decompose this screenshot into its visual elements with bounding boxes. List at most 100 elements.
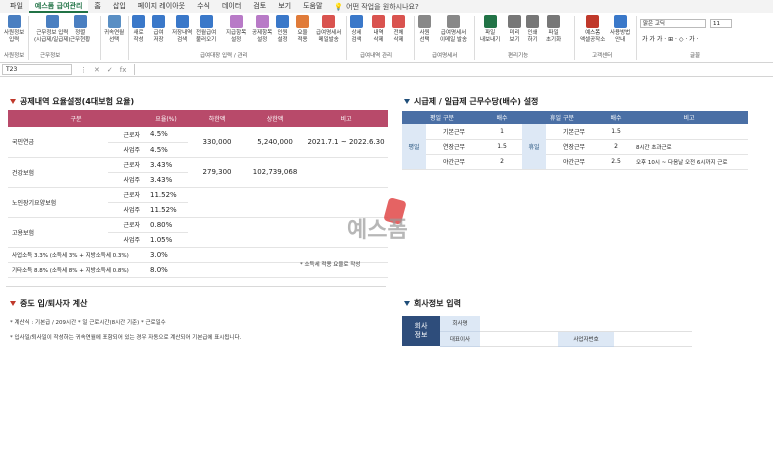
select-employee-button[interactable]: 사원 선택 [418,15,431,49]
section-deduction-title: 공제내역 요율설정(4대보험 요율) [10,96,134,107]
tab-home[interactable]: 홈 [88,0,106,13]
rate-cell[interactable]: 3.43% [144,172,189,188]
rate-cell[interactable]: 3.43% [144,157,189,173]
min-amount-cell[interactable] [188,217,247,248]
tell-me-box[interactable]: 💡 어떤 작업을 원하시나요? [328,2,418,12]
deduct-items-button[interactable]: 공제항목 설정 [252,15,272,49]
max-amount-cell[interactable]: 5,240,000 [246,127,305,158]
rate-cell[interactable]: 0.80% [144,217,189,233]
weekday-multiplier[interactable]: 1.5 [482,139,522,155]
mail-payslip-button[interactable]: 급여명세서 메일발송 [316,15,341,49]
help-guide-button[interactable]: 사용방법 안내 [610,15,630,49]
tax-rate-cell[interactable]: 3.0% [144,247,189,263]
font-format-buttons[interactable]: 가 가 가 · ⊞ · ◇ · 가 · [642,34,699,43]
formula-input[interactable] [134,64,773,75]
max-amount-cell[interactable] [246,187,305,218]
apply-rate-button[interactable]: 요율 적용 [296,15,309,49]
section-multiplier-title: 시급제 / 일급제 근무수당(배수) 설정 [404,96,538,107]
holiday-multiplier[interactable]: 1.5 [602,124,630,140]
delete-all-button[interactable]: 전체 삭제 [392,15,405,49]
search-saved-icon [175,15,189,28]
header-max: 상한액 [246,110,305,127]
triangle-icon [10,99,16,104]
reset-file-button[interactable]: 파일 초기화 [546,15,561,49]
tab-view[interactable]: 보기 [272,0,297,13]
empty-cell [246,247,305,263]
employee-info-button[interactable]: 사원정보 입력 [4,15,24,49]
detail-search-button[interactable]: 상세 검색 [350,15,363,49]
period-select-button[interactable]: 귀속연월 선택 [104,15,124,49]
rate-cell[interactable]: 1.05% [144,232,189,248]
print-icon [526,15,539,28]
max-amount-cell[interactable] [246,217,305,248]
business-number-input[interactable] [614,331,692,347]
multiplier-note[interactable] [630,124,748,140]
ceo-input[interactable] [480,331,558,347]
table-row: 고용보험 근로자 0.80% [8,217,389,248]
tab-yesform-payroll[interactable]: 예스폼 급여관리 [28,0,89,13]
min-amount-cell[interactable]: 279,300 [188,157,247,188]
min-amount-cell[interactable]: 330,000 [188,127,247,158]
more-icon: ⋮ [80,65,87,74]
tab-insert[interactable]: 삽입 [107,0,132,13]
tell-me-text: 어떤 작업을 원하시나요? [346,2,419,11]
headcount-button[interactable]: 인원 설정 [276,15,289,49]
payer-type: 근로자 [108,157,145,173]
export-file-button[interactable]: 파일 내보내기 [480,15,500,49]
holiday-multiplier[interactable]: 2.5 [602,154,630,170]
detail-search-icon [350,15,363,28]
company-name-input[interactable] [480,316,692,332]
delete-record-button[interactable]: 내역 삭제 [372,15,385,49]
font-size-select[interactable]: 11 [710,19,732,28]
font-name-select[interactable]: 맑은 고딕 [640,19,706,28]
holiday-multiplier[interactable]: 2 [602,139,630,155]
max-amount-cell[interactable]: 102,739,068 [246,157,305,188]
tab-formulas[interactable]: 수식 [191,0,216,13]
new-icon [132,15,145,28]
tax-note: * 소득세 적용 요율로 작성 [300,262,361,268]
email-payslip-icon [447,15,461,28]
ribbon-button-label: 사원 선택 [419,30,430,43]
payer-type: 사업주 [108,232,145,248]
sort-work-button[interactable]: 정렬 근무현황 [70,15,90,49]
cancel-icon[interactable]: ✕ [94,66,100,74]
select-employee-icon [418,15,431,28]
note-cell[interactable] [304,157,389,188]
multiplier-note[interactable]: 8시간 초과근로 [630,139,748,155]
name-box[interactable]: T23 [2,64,72,75]
weekday-multiplier[interactable]: 1 [482,124,522,140]
formula-bar: T23 ⋮ ✕ ✓ fx [0,63,773,77]
tax-rate-cell[interactable]: 8.0% [144,262,189,278]
multiplier-note[interactable]: 오후 10시 ~ 다음날 오전 6시까지 근로 [630,154,748,170]
work-info-button[interactable]: 근무정보 입력 (시급제/일급제) [34,15,71,49]
enter-icon[interactable]: ✓ [107,66,113,74]
new-button[interactable]: 새로 작성 [132,15,145,49]
save-payroll-button[interactable]: 급여 저장 [152,15,165,49]
email-payslip-button[interactable]: 급여명세서 이메일 발송 [440,15,467,49]
export-file-icon [483,15,497,28]
yesform-shop-button[interactable]: 예스폼 액셀공작소 [580,15,605,49]
search-saved-button[interactable]: 저장내역 검색 [172,15,192,49]
rate-cell[interactable]: 11.52% [144,187,189,203]
note-cell[interactable]: 2021.7.1 ~ 2022.6.30 [304,127,389,158]
rate-cell[interactable]: 11.52% [144,202,189,218]
ribbon-button-label: 미리 보기 [509,30,520,43]
min-amount-cell[interactable] [188,187,247,218]
load-prev-button[interactable]: 전월급여 불러오기 [196,15,216,49]
tab-data[interactable]: 데이터 [216,0,247,13]
deduction-rate-table: 구분 요율(%) 하한액 상한액 비고 국민연금 근로자 4.5% 330,000 5,… [8,110,389,278]
pay-items-button[interactable]: 지급항목 설정 [226,15,246,49]
tab-page-layout[interactable]: 페이지 레이아웃 [132,0,191,13]
rate-cell[interactable]: 4.5% [144,142,189,158]
function-icon[interactable]: fx [120,66,127,74]
weekday-multiplier[interactable]: 2 [482,154,522,170]
print-button[interactable]: 인쇄 하기 [526,15,539,49]
preview-button[interactable]: 미리 보기 [508,15,521,49]
company-name-label: 회사명 [440,316,480,332]
empty-cell [188,247,247,263]
rate-cell[interactable]: 4.5% [144,127,189,143]
tab-help[interactable]: 도움말 [297,0,328,13]
payer-type: 근로자 [108,217,145,233]
tab-review[interactable]: 검토 [247,0,272,13]
tab-file[interactable]: 파일 [4,0,29,13]
